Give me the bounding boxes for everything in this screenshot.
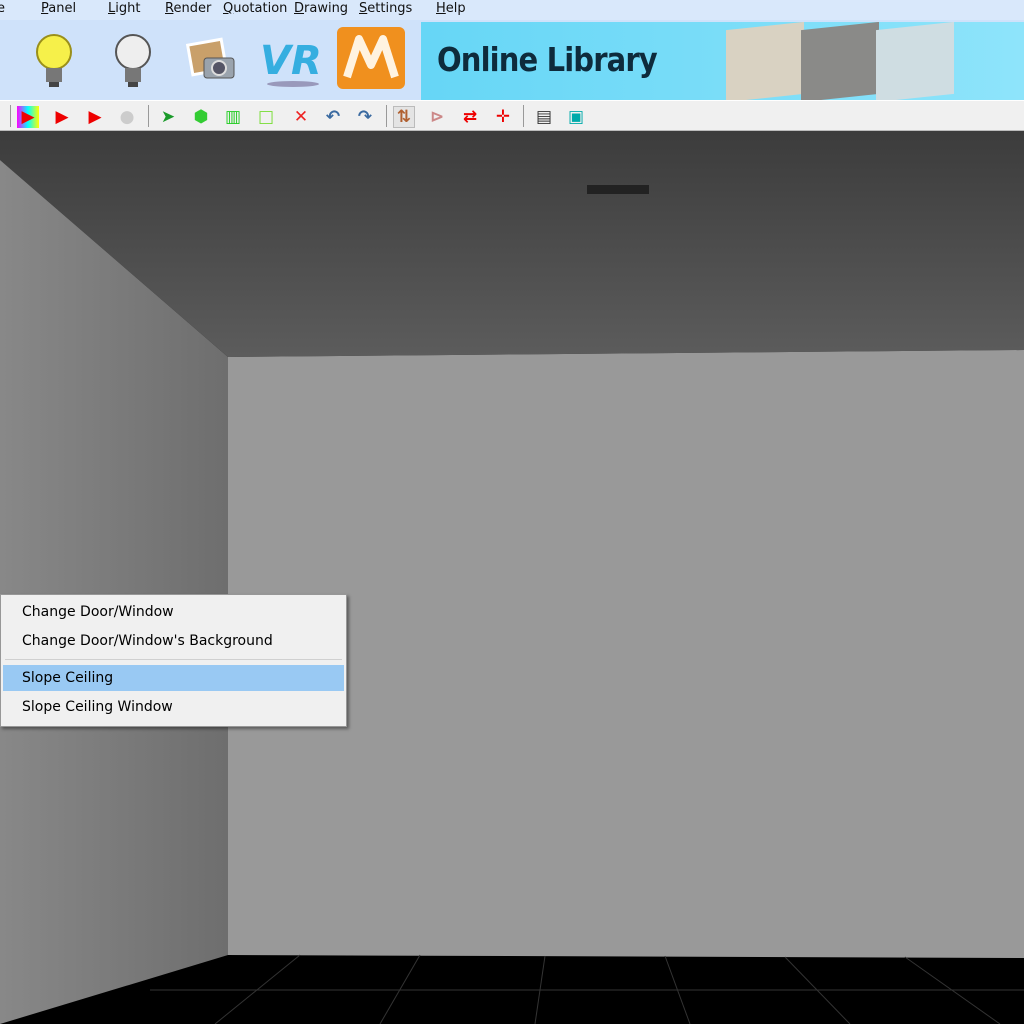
ceiling-light-fixture[interactable] xyxy=(587,185,649,194)
move-icon[interactable]: ✛ xyxy=(492,106,514,128)
delete-select-icon[interactable]: ✕ xyxy=(290,106,312,128)
menu-label: ettings xyxy=(367,1,413,16)
wall-icon[interactable]: ▥ xyxy=(222,106,244,128)
menu-panel[interactable]: Panel xyxy=(41,1,76,16)
vr-logo-icon[interactable]: VR xyxy=(258,28,328,92)
menu-help[interactable]: Help xyxy=(436,1,466,16)
menu-separator xyxy=(5,659,342,660)
swap-icon[interactable]: ⇄ xyxy=(459,106,481,128)
undo-icon[interactable]: ↶ xyxy=(322,106,344,128)
color-render-icon[interactable]: ▶ xyxy=(17,106,39,128)
online-library-banner[interactable]: Online Library xyxy=(421,22,1024,100)
tile-beige-image xyxy=(726,22,804,100)
render-layers-icon[interactable]: ▶ xyxy=(84,106,106,128)
menu-item-change-door-window[interactable]: Change Door/Window xyxy=(3,599,344,625)
redo-icon[interactable]: ↷ xyxy=(354,106,376,128)
menu-drawing[interactable]: Drawing xyxy=(294,1,348,16)
light-off-icon[interactable] xyxy=(101,28,165,92)
render-arrow-icon[interactable]: ▶ xyxy=(51,106,73,128)
menu-label: ender xyxy=(173,1,212,16)
menu-label: elp xyxy=(445,1,466,16)
menu-light[interactable]: Light xyxy=(108,1,140,16)
photo-camera-icon[interactable] xyxy=(180,28,244,92)
light-on-icon[interactable] xyxy=(22,28,86,92)
sphere-icon[interactable]: ● xyxy=(116,106,138,128)
room-size-icon[interactable]: □ xyxy=(255,106,277,128)
note-icon[interactable]: ▤ xyxy=(533,106,555,128)
select-arrow-icon[interactable]: ➤ xyxy=(157,106,179,128)
context-menu: Change Door/Window Change Door/Window's … xyxy=(0,594,347,727)
menu-render[interactable]: Render xyxy=(165,1,211,16)
menu-bar: e Panel Light Render Quotation Drawing S… xyxy=(0,0,1024,20)
banner-title: Online Library xyxy=(437,40,658,79)
menu-item-change-door-window-background[interactable]: Change Door/Window's Background xyxy=(3,628,344,654)
menu-label: anel xyxy=(48,1,77,16)
window-layout-icon[interactable]: ▣ xyxy=(565,106,587,128)
menu-label: ight xyxy=(115,1,141,16)
menu-file[interactable]: e xyxy=(0,1,5,16)
back-wall xyxy=(228,350,1024,958)
menu-item-slope-ceiling-window[interactable]: Slope Ceiling Window xyxy=(3,694,344,720)
3d-viewport[interactable] xyxy=(0,131,1024,1024)
cube-icon[interactable]: ⬢ xyxy=(190,106,212,128)
toolbar: ▶ ▶ ▶ ● ➤ ⬢ ▥ □ ✕ ↶ ↷ ⇅ ⊳ ⇄ ✛ ▤ ▣ xyxy=(0,100,1024,131)
separator xyxy=(386,105,387,127)
menu-settings[interactable]: Settings xyxy=(359,1,412,16)
separator xyxy=(148,105,149,127)
tile-marble-image xyxy=(876,22,954,100)
flip-vertical-icon[interactable]: ⇅ xyxy=(393,106,415,128)
m-logo-icon[interactable] xyxy=(337,27,405,89)
mirror-icon[interactable]: ⊳ xyxy=(426,106,448,128)
menu-label: rawing xyxy=(304,1,349,16)
svg-text:VR: VR xyxy=(260,38,322,84)
menu-item-slope-ceiling[interactable]: Slope Ceiling xyxy=(3,665,344,691)
menu-label: uotation xyxy=(233,1,288,16)
separator xyxy=(523,105,524,127)
separator xyxy=(10,105,11,127)
menu-label: e xyxy=(0,1,5,16)
menu-quotation[interactable]: Quotation xyxy=(223,1,287,16)
tile-granite-image xyxy=(801,22,879,100)
